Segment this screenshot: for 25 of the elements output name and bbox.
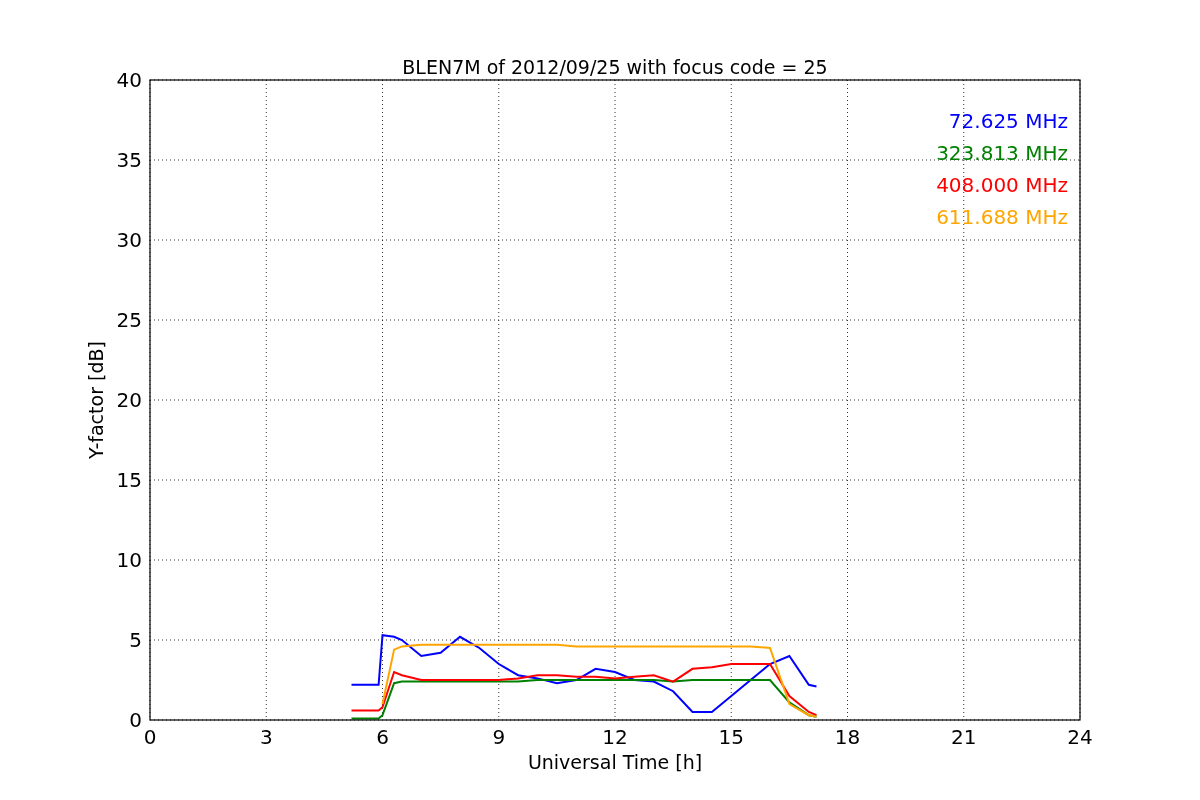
tick-label: 24: [1067, 725, 1093, 749]
tick-label: 15: [116, 468, 142, 492]
legend-label: 408.000 MHz: [936, 173, 1068, 197]
tick-label: 0: [143, 725, 157, 749]
tick-label: 15: [718, 725, 744, 749]
legend-label: 72.625 MHz: [948, 109, 1068, 133]
tick-label: 21: [951, 725, 977, 749]
tick-label: 40: [116, 68, 142, 92]
x-axis-label: Universal Time [h]: [527, 751, 703, 773]
chart-title: BLEN7M of 2012/09/25 with focus code = 25: [402, 56, 828, 78]
tick-label: 3: [259, 725, 273, 749]
tick-label: 9: [492, 725, 506, 749]
tick-label: 35: [116, 148, 142, 172]
tick-label: 0: [129, 708, 142, 732]
legend-label: 323.813 MHz: [936, 141, 1068, 165]
tick-label: 6: [376, 725, 389, 749]
tick-label: 10: [116, 548, 142, 572]
legend-label: 611.688 MHz: [936, 205, 1068, 229]
tick-label: 20: [116, 388, 142, 412]
tick-label: 18: [834, 725, 861, 749]
tick-label: 30: [116, 228, 142, 252]
tick-label: 12: [602, 725, 628, 749]
tick-label: 25: [116, 308, 142, 332]
tick-label: 5: [129, 628, 142, 652]
y-axis-label: Y-factor [dB]: [85, 341, 107, 459]
